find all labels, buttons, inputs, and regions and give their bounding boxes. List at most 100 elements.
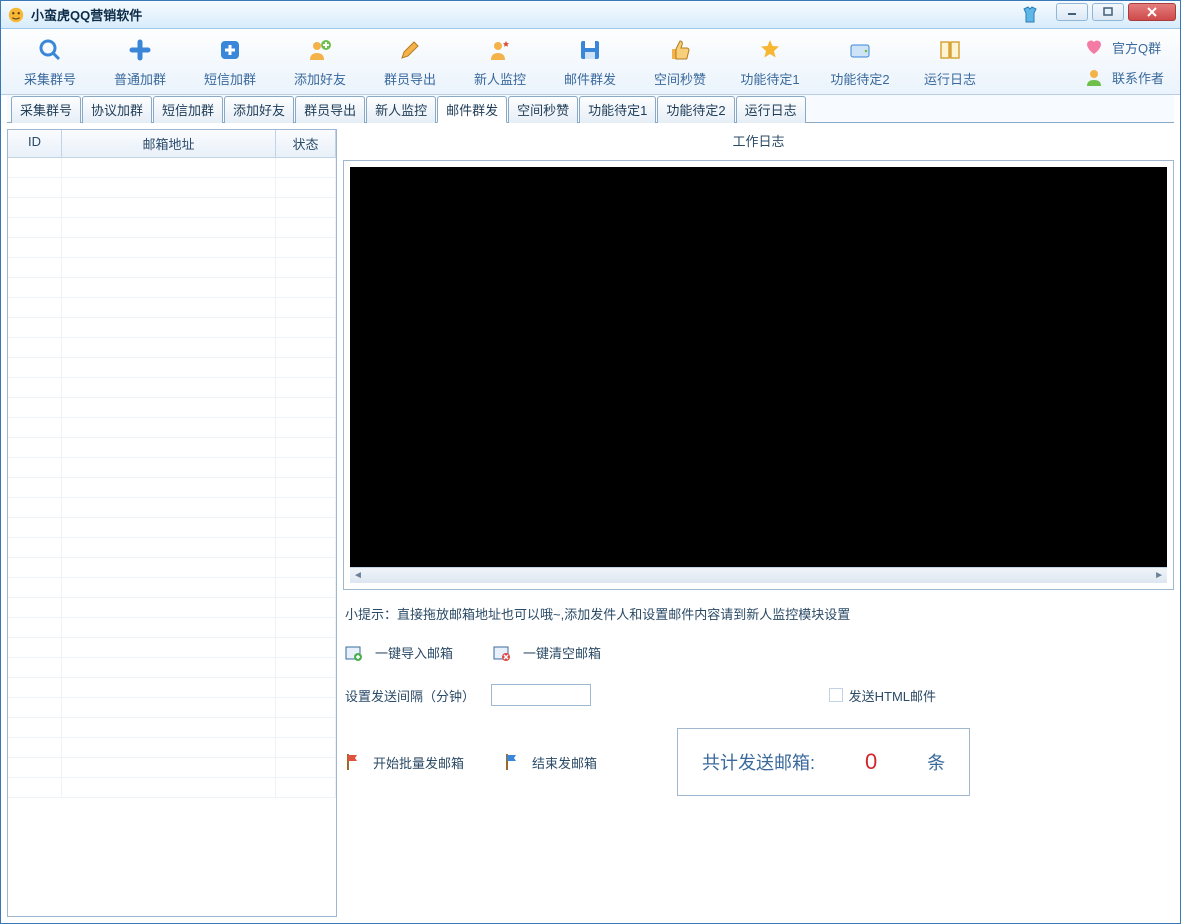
table-row[interactable]	[8, 218, 336, 238]
tab-1[interactable]: 协议加群	[82, 96, 152, 123]
table-row[interactable]	[8, 438, 336, 458]
table-row[interactable]	[8, 158, 336, 178]
toolbar-plus-box[interactable]: 短信加群	[191, 37, 269, 88]
toolbar-label: 邮件群发	[564, 69, 616, 88]
table-row[interactable]	[8, 578, 336, 598]
table-row[interactable]	[8, 338, 336, 358]
tab-8[interactable]: 功能待定1	[579, 96, 656, 123]
table-row[interactable]	[8, 698, 336, 718]
table-row[interactable]	[8, 498, 336, 518]
log-output[interactable]	[350, 167, 1167, 567]
table-row[interactable]	[8, 738, 336, 758]
toolbar-label: 空间秒赞	[654, 69, 706, 88]
import-emails-button[interactable]: 一键导入邮箱	[345, 643, 453, 662]
table-row[interactable]	[8, 718, 336, 738]
tab-0[interactable]: 采集群号	[11, 96, 81, 123]
toolbar-save[interactable]: 邮件群发	[551, 37, 629, 88]
start-stop-row: 开始批量发邮箱 结束发邮箱 共计发送邮箱: 0 条	[343, 722, 1174, 802]
clear-emails-button[interactable]: 一键清空邮箱	[493, 643, 601, 662]
table-row[interactable]	[8, 238, 336, 258]
table-row[interactable]	[8, 278, 336, 298]
tab-5[interactable]: 新人监控	[366, 96, 436, 123]
table-row[interactable]	[8, 518, 336, 538]
table-body[interactable]	[8, 158, 336, 916]
tab-strip: 采集群号协议加群短信加群添加好友群员导出新人监控邮件群发空间秒赞功能待定1功能待…	[7, 95, 1174, 123]
maximize-button[interactable]	[1092, 3, 1124, 21]
tab-2[interactable]: 短信加群	[153, 96, 223, 123]
toolbar-star[interactable]: 功能待定1	[731, 37, 809, 88]
table-row[interactable]	[8, 178, 336, 198]
plus-icon	[127, 37, 153, 63]
stop-send-button[interactable]: 结束发邮箱	[504, 753, 597, 772]
table-row[interactable]	[8, 298, 336, 318]
table-row[interactable]	[8, 378, 336, 398]
table-row[interactable]	[8, 658, 336, 678]
window-title: 小蛮虎QQ营销软件	[31, 5, 142, 24]
settings-row: 设置发送间隔（分钟） 发送HTML邮件	[343, 676, 1174, 714]
window-controls	[1056, 3, 1176, 21]
toolbar-label: 功能待定2	[830, 69, 889, 88]
stats-unit: 条	[927, 749, 945, 775]
tab-7[interactable]: 空间秒赞	[508, 96, 578, 123]
stats-count: 0	[865, 749, 877, 775]
user-add-icon	[307, 37, 333, 63]
import-icon	[345, 644, 363, 662]
toolbar-pencil[interactable]: 群员导出	[371, 37, 449, 88]
table-row[interactable]	[8, 358, 336, 378]
minimize-button[interactable]	[1056, 3, 1088, 21]
html-mail-label: 发送HTML邮件	[849, 686, 936, 705]
html-mail-checkbox[interactable]: 发送HTML邮件	[829, 686, 936, 705]
toolbar-user-star[interactable]: 新人监控	[461, 37, 539, 88]
tab-9[interactable]: 功能待定2	[657, 96, 734, 123]
user-star-icon	[487, 37, 513, 63]
tab-6[interactable]: 邮件群发	[437, 96, 507, 123]
table-row[interactable]	[8, 598, 336, 618]
import-clear-row: 一键导入邮箱 一键清空邮箱	[343, 637, 1174, 668]
toolbar-user-add[interactable]: 添加好友	[281, 37, 359, 88]
toolbar-label: 群员导出	[384, 69, 436, 88]
email-table: ID 邮箱地址 状态	[7, 129, 337, 917]
table-row[interactable]	[8, 478, 336, 498]
toolbar-drive[interactable]: 功能待定2	[821, 37, 899, 88]
import-label: 一键导入邮箱	[375, 643, 453, 662]
user-icon	[1084, 67, 1104, 87]
interval-label: 设置发送间隔（分钟）	[345, 686, 475, 705]
horizontal-scrollbar[interactable]: ◄►	[350, 567, 1167, 583]
table-row[interactable]	[8, 198, 336, 218]
stats-box: 共计发送邮箱: 0 条	[677, 728, 970, 796]
stop-label: 结束发邮箱	[532, 753, 597, 772]
toolbar-thumb[interactable]: 空间秒赞	[641, 37, 719, 88]
toolbar-book[interactable]: 运行日志	[911, 37, 989, 88]
table-row[interactable]	[8, 638, 336, 658]
toolbar-plus[interactable]: 普通加群	[101, 37, 179, 88]
table-row[interactable]	[8, 678, 336, 698]
start-label: 开始批量发邮箱	[373, 753, 464, 772]
link-user[interactable]: 联系作者	[1084, 67, 1164, 87]
tab-10[interactable]: 运行日志	[736, 96, 806, 123]
flag-blue-icon	[504, 753, 520, 771]
table-row[interactable]	[8, 318, 336, 338]
col-status: 状态	[276, 130, 336, 157]
theme-icon[interactable]	[1020, 5, 1040, 25]
table-row[interactable]	[8, 398, 336, 418]
save-icon	[577, 37, 603, 63]
table-row[interactable]	[8, 758, 336, 778]
toolbar-search[interactable]: 采集群号	[11, 37, 89, 88]
plus-box-icon	[217, 37, 243, 63]
toolbar-label: 采集群号	[24, 69, 76, 88]
start-send-button[interactable]: 开始批量发邮箱	[345, 753, 464, 772]
table-row[interactable]	[8, 538, 336, 558]
tab-4[interactable]: 群员导出	[295, 96, 365, 123]
table-row[interactable]	[8, 418, 336, 438]
link-heart[interactable]: 官方Q群	[1084, 37, 1164, 57]
table-row[interactable]	[8, 618, 336, 638]
interval-input[interactable]	[491, 684, 591, 706]
table-row[interactable]	[8, 778, 336, 798]
table-row[interactable]	[8, 558, 336, 578]
close-button[interactable]	[1128, 3, 1176, 21]
table-row[interactable]	[8, 458, 336, 478]
col-addr: 邮箱地址	[62, 130, 276, 157]
search-icon	[37, 37, 63, 63]
tab-3[interactable]: 添加好友	[224, 96, 294, 123]
table-row[interactable]	[8, 258, 336, 278]
